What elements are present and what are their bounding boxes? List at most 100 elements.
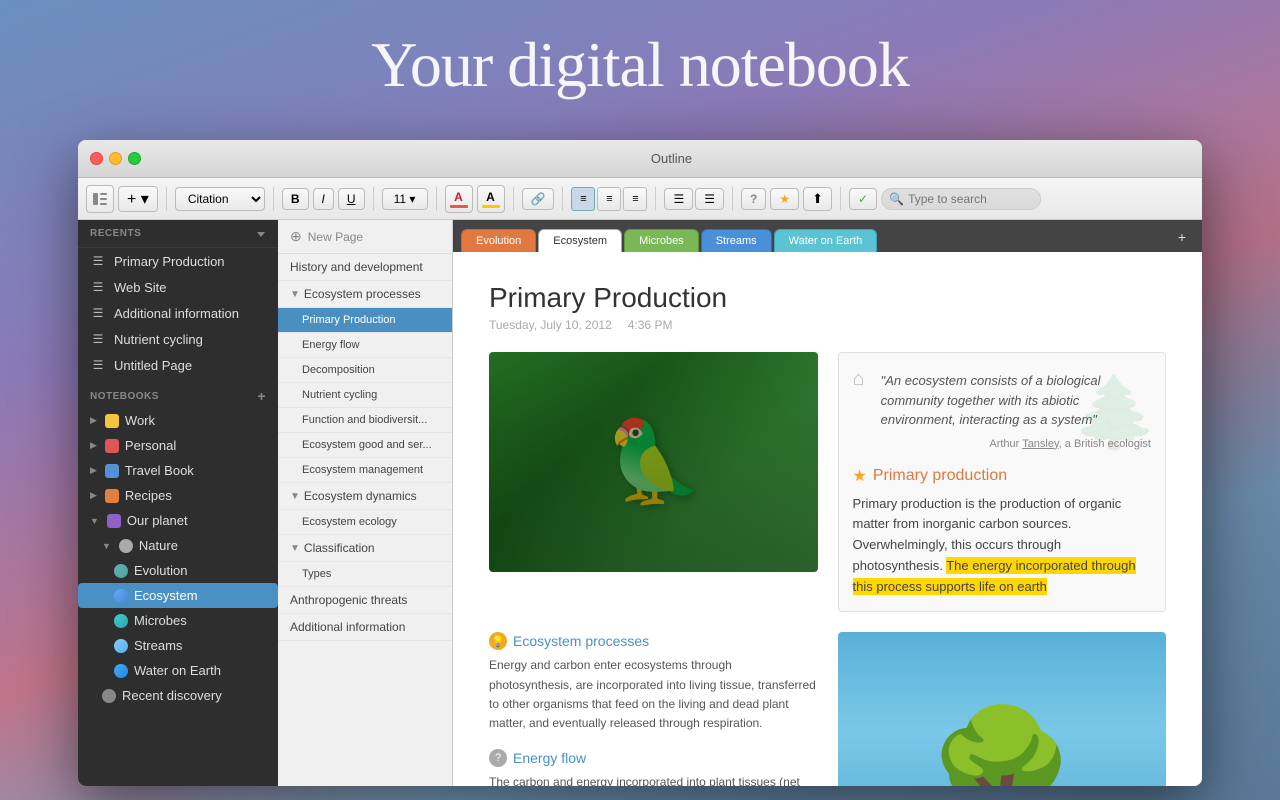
notebook-microbes[interactable]: Microbes [78,608,278,633]
title-bar: Outline [78,140,1202,178]
notebook-our-planet[interactable]: ▼ Our planet [78,508,278,533]
outline-ecosystem-processes[interactable]: ▼Ecosystem processes [278,281,452,308]
notebook-work[interactable]: ▶ Work [78,408,278,433]
folder-icon-nature [119,539,133,553]
notebook-nature[interactable]: ▼ Nature [78,533,278,558]
notebook-personal[interactable]: ▶ Personal [78,433,278,458]
new-page-label: New Page [308,230,363,244]
font-color-button[interactable]: A [445,185,473,213]
font-size-input[interactable]: 11 ▾ [382,188,428,210]
notebook-evolution[interactable]: Evolution [78,558,278,583]
align-left-button[interactable]: ≡ [571,187,595,211]
outline-ecosystem-good[interactable]: Ecosystem good and ser... [278,433,452,458]
doc-icon-3: ☰ [90,305,106,321]
folder-icon-recipes [105,489,119,503]
notebook-label-travel: Travel Book [125,463,194,478]
recent-item-primary-production[interactable]: ☰ Primary Production [78,248,278,274]
add-tab-button[interactable]: + [1170,224,1194,250]
quote-box: 🌲 ⌂ "An ecosystem consists of a biologic… [838,352,1167,612]
tab-ecosystem[interactable]: Ecosystem [538,229,622,252]
outline-panel: ⊕ New Page History and development ▼Ecos… [278,220,453,786]
outline-types[interactable]: Types [278,562,452,587]
outline-history[interactable]: History and development [278,254,452,281]
ordered-list-button[interactable]: ☰ [695,188,724,210]
recent-item-nutrient[interactable]: ☰ Nutrient cycling [78,326,278,352]
help-button[interactable]: ? [741,188,766,210]
traffic-lights [90,152,141,165]
bottom-content: 💡 Ecosystem processes Energy and carbon … [489,632,1166,786]
unordered-list-button[interactable]: ☰ [664,188,693,210]
notebook-recipes[interactable]: ▶ Recipes [78,483,278,508]
outline-energy-flow[interactable]: Energy flow [278,333,452,358]
underline-button[interactable]: U [338,188,365,210]
eco-processes-text: Energy and carbon enter ecosystems throu… [489,656,818,733]
notebooks-list: ▶ Work ▶ Personal ▶ Travel Book [78,408,278,708]
separator-5 [513,187,514,211]
new-page-button[interactable]: ⊕ New Page [278,220,452,254]
outline-decomposition[interactable]: Decomposition [278,358,452,383]
recent-item-label-2: Web Site [114,280,266,295]
star-icon: ★ [853,466,867,486]
recent-item-web-site[interactable]: ☰ Web Site [78,274,278,300]
recent-item-label-3: Additional information [114,306,266,321]
share-button[interactable]: ⬆ [803,187,832,211]
check-button[interactable]: ✓ [849,188,877,210]
add-notebook-button[interactable]: + [257,388,266,404]
minimize-button[interactable] [109,152,122,165]
star-button[interactable]: ★ [770,188,799,210]
recent-item-additional[interactable]: ☰ Additional information [78,300,278,326]
separator-2 [273,187,274,211]
outline-ecosystem-mgmt[interactable]: Ecosystem management [278,458,452,483]
outline-anthropogenic[interactable]: Anthropogenic threats [278,587,452,614]
eco-energy-title: ? Energy flow [489,749,818,767]
notebook-label-recipes: Recipes [125,488,172,503]
outline-nutrient-cycling[interactable]: Nutrient cycling [278,383,452,408]
maximize-button[interactable] [128,152,141,165]
eco-processes-title: 💡 Ecosystem processes [489,632,818,650]
bulb-icon: 💡 [489,632,507,650]
tab-evolution[interactable]: Evolution [461,229,536,252]
page-time: 4:36 PM [628,318,673,332]
notebook-label-work: Work [125,413,155,428]
tab-streams[interactable]: Streams [701,229,772,252]
tab-microbes[interactable]: Microbes [624,229,699,252]
recent-item-untitled[interactable]: ☰ Untitled Page [78,352,278,378]
bold-button[interactable]: B [282,188,309,210]
page-meta: Tuesday, July 10, 2012 4:36 PM [489,318,1166,332]
tab-water[interactable]: Water on Earth [774,229,878,252]
notebook-label-ecosystem: Ecosystem [134,588,198,603]
outline-ecosystem-ecology[interactable]: Ecosystem ecology [278,510,452,535]
chevron-icon-5: ▼ [90,516,99,526]
align-center-button[interactable]: ≡ [597,187,621,211]
recents-label: RECENTS [90,228,141,239]
align-right-button[interactable]: ≡ [623,187,647,211]
search-input[interactable] [881,188,1041,210]
notebook-ecosystem[interactable]: Ecosystem [78,583,278,608]
outline-classification[interactable]: ▼Classification [278,535,452,562]
close-button[interactable] [90,152,103,165]
recents-header[interactable]: RECENTS [78,220,278,248]
outline-function[interactable]: Function and biodiversit... [278,408,452,433]
chevron-icon: ▶ [90,415,97,426]
notebook-travel[interactable]: ▶ Travel Book [78,458,278,483]
italic-button[interactable]: I [313,188,334,210]
sidebar-toggle-button[interactable] [86,185,114,213]
ecosystem-processes-section: 💡 Ecosystem processes Energy and carbon … [489,632,818,733]
notebook-recent-discovery[interactable]: Recent discovery [78,683,278,708]
font-style-select[interactable]: Citation [175,187,265,211]
link-button[interactable]: 🔗 [522,188,555,210]
add-button[interactable]: + ▾ [118,186,158,212]
bird-image [489,352,818,572]
content-area: Evolution Ecosystem Microbes Streams Wat… [453,220,1202,786]
eco-sections: 💡 Ecosystem processes Energy and carbon … [489,632,818,786]
energy-flow-section: ? Energy flow The carbon and energy inco… [489,749,818,786]
outline-additional[interactable]: Additional information [278,614,452,641]
nature-icon-evolution [114,564,128,578]
notebook-water-on-earth[interactable]: Water on Earth [78,658,278,683]
outline-ecosystem-dynamics[interactable]: ▼Ecosystem dynamics [278,483,452,510]
notebook-streams[interactable]: Streams [78,633,278,658]
hero-title: Your digital notebook [0,28,1280,102]
highlight-color-button[interactable]: A [477,185,505,213]
outline-primary-production[interactable]: Primary Production [278,308,452,333]
page-date: Tuesday, July 10, 2012 [489,318,612,332]
